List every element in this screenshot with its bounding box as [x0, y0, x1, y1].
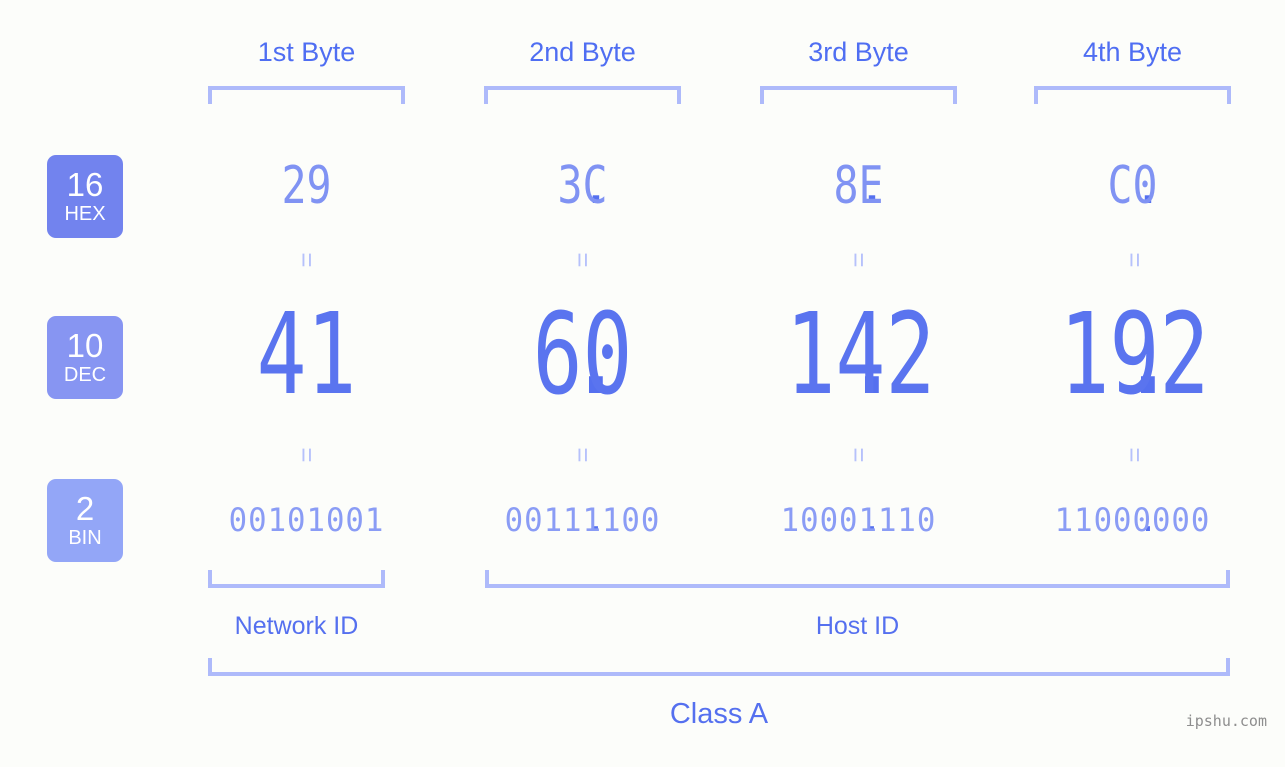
base-badge-dec: 10 DEC — [47, 316, 123, 399]
bin-byte-4: 11000000 — [1054, 501, 1211, 539]
equals-mark-dec-bin-1: = — [292, 447, 322, 463]
byte-header-3: 3rd Byte — [808, 37, 909, 67]
equals-mark-dec-bin-3: = — [844, 447, 874, 463]
host-id-label: Host ID — [815, 612, 900, 640]
base-badge-hex-number: 16 — [66, 165, 104, 203]
byte-bracket-3 — [760, 86, 957, 104]
class-label: Class A — [669, 698, 769, 730]
equals-mark-dec-bin-4: = — [1120, 447, 1150, 463]
bin-byte-1: 00101001 — [228, 501, 385, 539]
base-badge-hex-label: HEX — [64, 202, 106, 225]
base-badge-hex: 16 HEX — [47, 155, 123, 238]
network-id-bracket — [208, 570, 385, 588]
host-id-bracket — [485, 570, 1230, 588]
hex-byte-4: C0 — [1107, 156, 1158, 216]
equals-mark-hex-dec-1: = — [292, 252, 322, 268]
equals-mark-dec-bin-2: = — [568, 447, 598, 463]
network-id-label: Network ID — [234, 612, 359, 640]
byte-bracket-4 — [1034, 86, 1231, 104]
class-bracket — [208, 658, 1230, 676]
dec-byte-3: 142 — [785, 290, 936, 420]
base-badge-dec-number: 10 — [66, 326, 104, 364]
hex-byte-2: 3C — [557, 156, 608, 216]
byte-bracket-2 — [484, 86, 681, 104]
base-badge-bin-number: 2 — [75, 489, 95, 527]
base-badge-bin: 2 BIN — [47, 479, 123, 562]
equals-mark-hex-dec-3: = — [844, 252, 874, 268]
dec-byte-1: 41 — [256, 290, 357, 420]
byte-header-1: 1st Byte — [257, 37, 356, 67]
equals-mark-hex-dec-4: = — [1120, 252, 1150, 268]
dec-byte-2: 60 — [532, 290, 633, 420]
bin-byte-3: 10001110 — [780, 501, 937, 539]
hex-byte-1: 29 — [281, 156, 332, 216]
equals-mark-hex-dec-2: = — [568, 252, 598, 268]
byte-header-2: 2nd Byte — [529, 37, 636, 67]
bin-byte-2: 00111100 — [504, 501, 661, 539]
hex-byte-3: 8E — [833, 156, 884, 216]
base-badge-bin-label: BIN — [68, 526, 102, 549]
byte-bracket-1 — [208, 86, 405, 104]
site-watermark: ipshu.com — [1185, 712, 1267, 730]
byte-header-4: 4th Byte — [1082, 37, 1183, 67]
base-badge-dec-label: DEC — [63, 363, 107, 386]
dec-byte-4: 192 — [1059, 290, 1210, 420]
ip-breakdown-diagram: 1st Byte 2nd Byte 3rd Byte 4th Byte 16 H… — [0, 0, 1285, 767]
